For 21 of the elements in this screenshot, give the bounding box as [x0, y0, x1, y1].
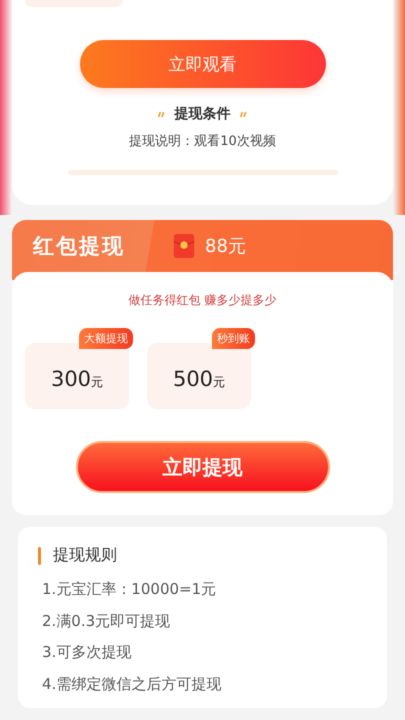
slogan-text: 做任务得红包 赚多少提多少 — [128, 292, 276, 309]
option-tag: 秒到账 — [212, 328, 255, 349]
balance-amount: 88元 — [205, 235, 246, 258]
card-title: 红包提现 — [33, 233, 126, 260]
amount-option[interactable]: 500元 — [147, 343, 251, 409]
rules-title: 提现规则 — [53, 545, 117, 566]
spark-icon — [238, 110, 248, 118]
condition-title: 提现条件 — [174, 105, 230, 123]
amount-value: 500元 — [172, 366, 226, 391]
spark-icon — [156, 110, 166, 118]
amount-option[interactable]: 300元 — [25, 343, 129, 409]
rule-item: 4.需绑定微信之后方可提现 — [42, 674, 222, 694]
condition-description: 提现说明：观看10次视频 — [129, 133, 276, 150]
envelope-icon — [173, 234, 195, 258]
amount-value: 300元 — [50, 366, 104, 391]
withdraw-button[interactable]: 立即提现 — [76, 441, 330, 493]
accent-bar — [38, 546, 41, 564]
option-tag: 大额提现 — [79, 328, 133, 349]
rule-item: 2.满0.3元即可提现 — [42, 610, 172, 632]
rule-item: 1.元宝汇率：10000=1元 — [42, 579, 218, 600]
rule-item: 3.可多次提现 — [42, 642, 132, 663]
